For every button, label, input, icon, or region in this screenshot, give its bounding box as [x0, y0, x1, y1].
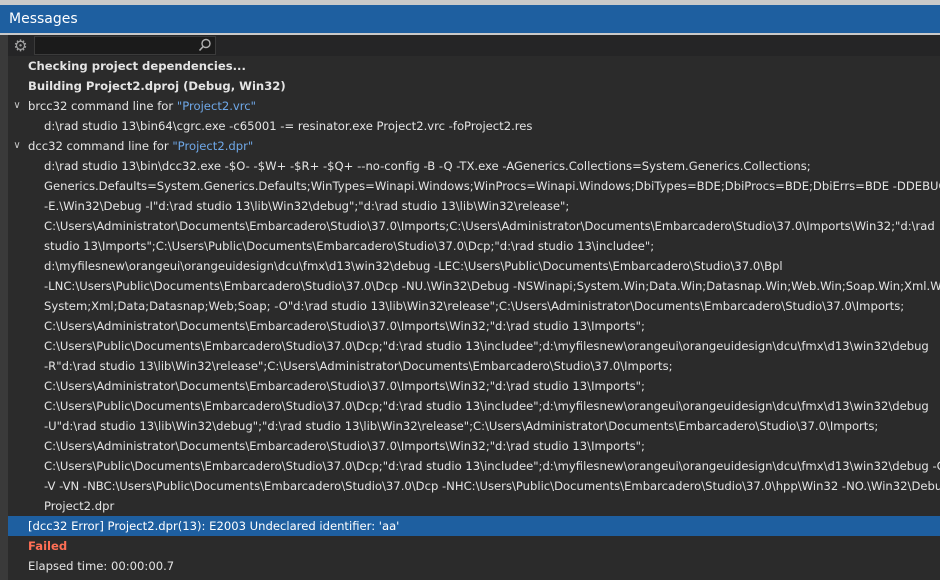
search-icon[interactable] [198, 38, 212, 52]
dcc-command-line[interactable]: -R"d:\rad studio 13\lib\Win32\release";C… [8, 356, 940, 376]
message-brcc-command[interactable]: d:\rad studio 13\bin64\cgrc.exe -c65001 … [8, 116, 940, 136]
chevron-down-icon[interactable]: ∨ [10, 136, 24, 156]
dcc-command-line[interactable]: Project2.dpr [8, 496, 940, 516]
dcc-command-line[interactable]: -E.\Win32\Debug -I"d:\rad studio 13\lib\… [8, 196, 940, 216]
title-bar: Messages [0, 0, 940, 35]
message-brcc-header[interactable]: ∨ brcc32 command line for "Project2.vrc" [8, 96, 940, 116]
messages-window: Messages ⚙ Checking project dependencies… [0, 0, 940, 580]
dcc-command-line[interactable]: C:\Users\Public\Documents\Embarcadero\St… [8, 396, 940, 416]
dcc-command-line[interactable]: -U"d:\rad studio 13\lib\Win32\debug";"d:… [8, 416, 940, 436]
dcc-prefix: dcc32 command line for [28, 139, 173, 153]
messages-toolbar: ⚙ [8, 35, 940, 56]
dcc-command-line[interactable]: d:\myfilesnew\orangeui\orangeuidesign\dc… [8, 256, 940, 276]
dcc-command-line[interactable]: -LNC:\Users\Public\Documents\Embarcadero… [8, 276, 940, 296]
message-error-selected[interactable]: [dcc32 Error] Project2.dpr(13): E2003 Un… [8, 516, 940, 536]
gear-icon[interactable]: ⚙ [11, 36, 30, 55]
dcc-command-line[interactable]: C:\Users\Administrator\Documents\Embarca… [8, 216, 940, 236]
message-checking[interactable]: Checking project dependencies... [8, 56, 940, 76]
brcc-prefix: brcc32 command line for [28, 99, 177, 113]
chevron-down-icon[interactable]: ∨ [10, 96, 24, 116]
dcc-file-link[interactable]: "Project2.dpr" [172, 139, 253, 153]
dcc-command-line[interactable]: System;Xml;Data;Datasnap;Web;Soap; -O"d:… [8, 296, 940, 316]
message-building[interactable]: Building Project2.dproj (Debug, Win32) [8, 76, 940, 96]
dcc-command-line[interactable]: C:\Users\Public\Documents\Embarcadero\St… [8, 336, 940, 356]
message-failed[interactable]: Failed [8, 536, 940, 556]
dcc-command-line[interactable]: d:\rad studio 13\bin\dcc32.exe -$O- -$W+… [8, 156, 940, 176]
dcc-command-line[interactable]: -V -VN -NBC:\Users\Public\Documents\Emba… [8, 476, 940, 496]
dcc-command-line[interactable]: C:\Users\Administrator\Documents\Embarca… [8, 316, 940, 336]
dcc-command-line[interactable]: C:\Users\Administrator\Documents\Embarca… [8, 376, 940, 396]
brcc-file-link[interactable]: "Project2.vrc" [177, 99, 256, 113]
messages-list[interactable]: Checking project dependencies... Buildin… [8, 56, 940, 580]
dcc-command-line[interactable]: C:\Users\Public\Documents\Embarcadero\St… [8, 456, 940, 476]
search-input[interactable] [37, 37, 187, 54]
window-title: Messages [0, 5, 940, 33]
message-elapsed-time[interactable]: Elapsed time: 00:00:00.7 [8, 556, 940, 576]
left-gutter [0, 35, 8, 580]
search-box[interactable] [34, 36, 216, 55]
dcc-command-line[interactable]: C:\Users\Administrator\Documents\Embarca… [8, 436, 940, 456]
dcc-command-line[interactable]: studio 13\Imports";C:\Users\Public\Docum… [8, 236, 940, 256]
dcc-command-line[interactable]: Generics.Defaults=System.Generics.Defaul… [8, 176, 940, 196]
message-dcc-header[interactable]: ∨ dcc32 command line for "Project2.dpr" [8, 136, 940, 156]
